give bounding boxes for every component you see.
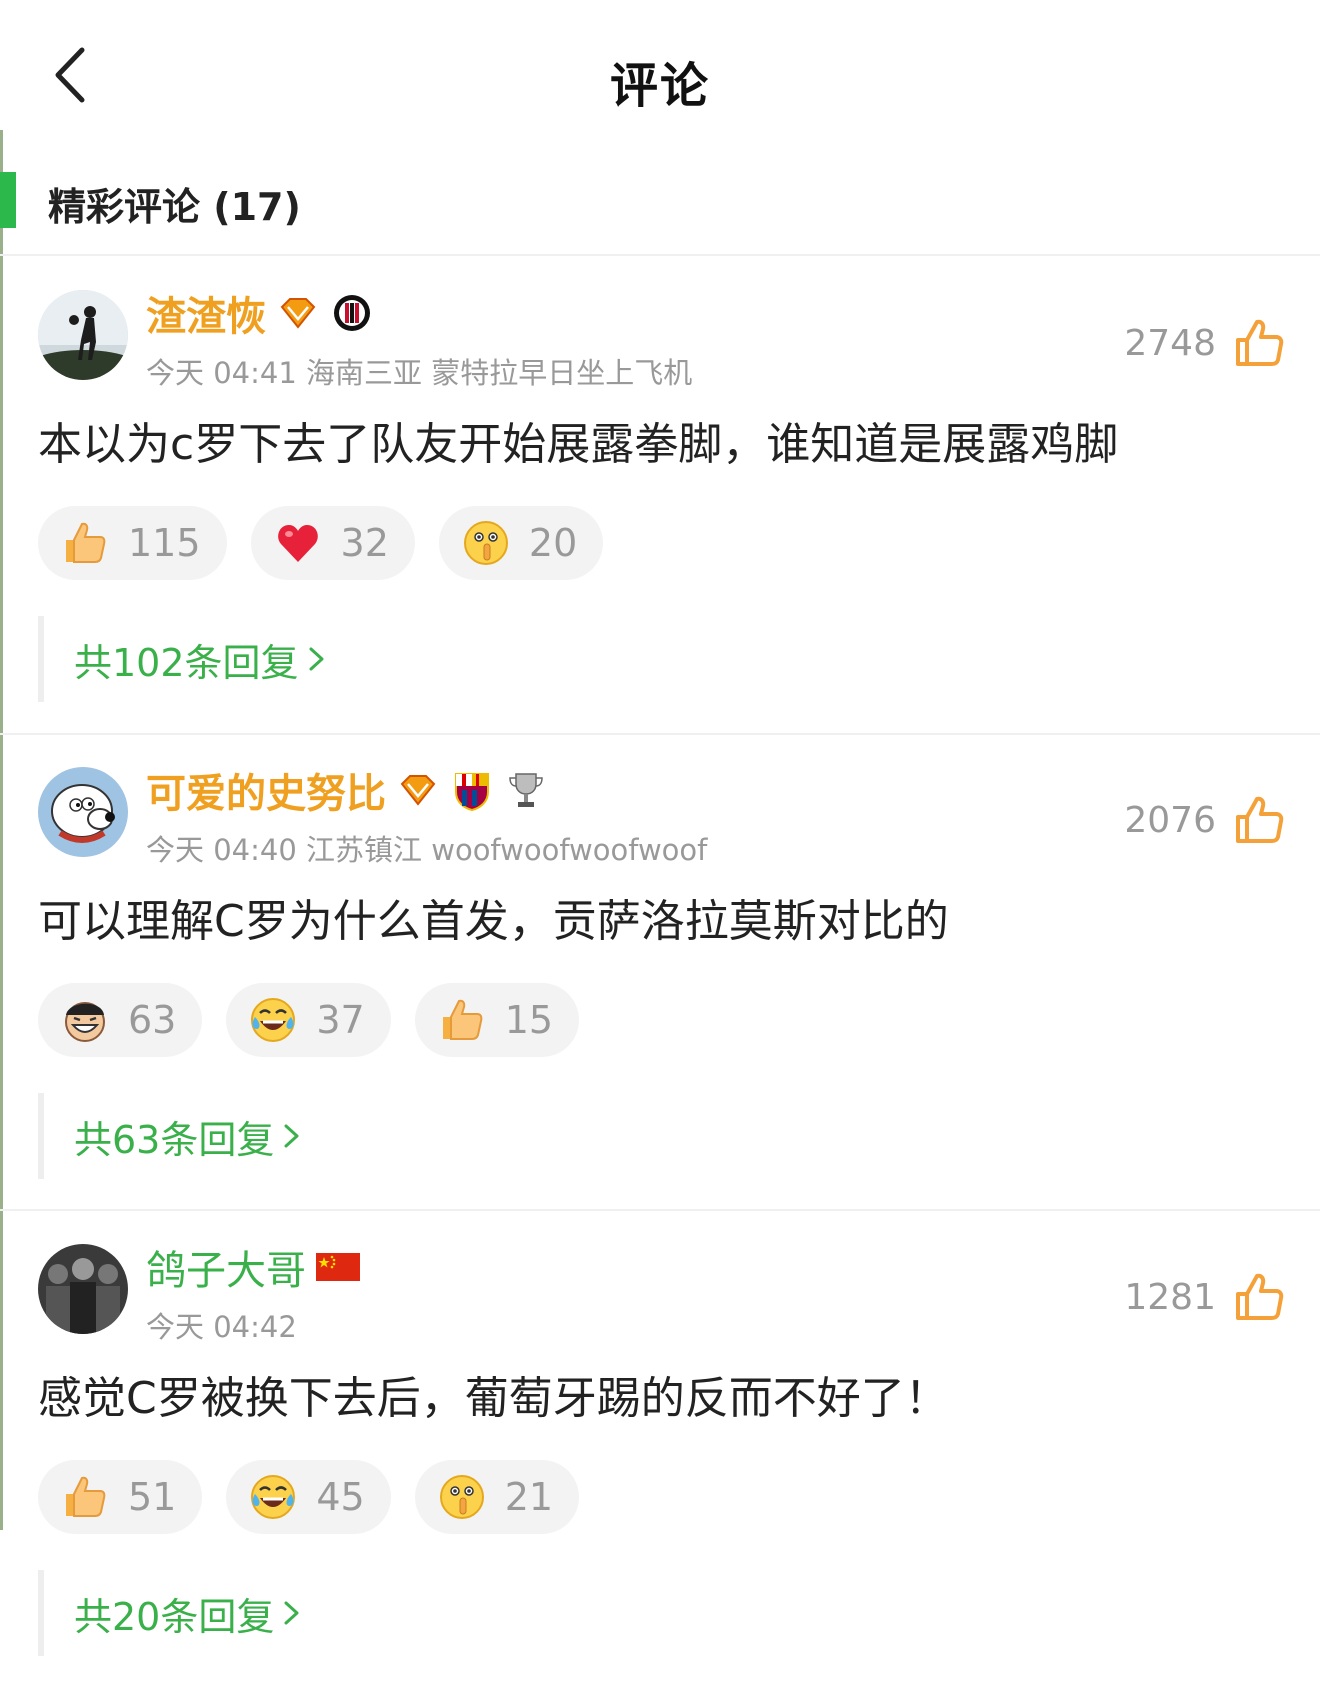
comment-meta: 今天 04:40 江苏镇江 woofwoofwoofwoof [146, 833, 708, 867]
reaction-chip[interactable]: 20 [438, 506, 604, 580]
shush-emoji-icon [437, 1472, 487, 1522]
reaction-chip[interactable]: 32 [250, 506, 415, 580]
username[interactable]: 鸽子大哥 [146, 1238, 306, 1296]
reaction-count: 45 [316, 1475, 365, 1519]
avatar[interactable] [38, 1244, 128, 1334]
reactions: 51 45 21 [38, 1460, 580, 1534]
username[interactable]: 渣渣恢 [146, 284, 266, 342]
like-count: 2748 [1124, 322, 1216, 364]
vip-diamond-icon [396, 768, 440, 812]
reaction-count: 37 [316, 998, 365, 1042]
section-title: 精彩评论 (17) [48, 185, 301, 229]
divider [0, 254, 1320, 256]
username[interactable]: 可爱的史努比 [146, 761, 386, 819]
nick-row: 渣渣恢 [146, 288, 374, 340]
china-flag-icon [316, 1245, 360, 1289]
thumbs-up-icon [1232, 1270, 1286, 1324]
comment-text: 可以理解C罗为什么首发，贡萨洛拉莫斯对比的 [38, 896, 949, 947]
reaction-chip[interactable]: 63 [38, 983, 203, 1057]
thumbs-up-icon [1232, 316, 1286, 370]
vip-diamond-icon [276, 291, 320, 335]
view-replies-link[interactable]: 共63条回复 [74, 1109, 304, 1164]
like-button[interactable]: 2076 [1124, 793, 1286, 847]
replies-label: 共20条回复 [74, 1594, 275, 1639]
reaction-chip[interactable]: 15 [414, 983, 580, 1057]
tears-of-joy-emoji-icon [248, 1472, 298, 1522]
thumbs-up-icon [1232, 793, 1286, 847]
nick-row: 可爱的史努比 [146, 765, 548, 817]
replies-label: 共63条回复 [74, 1117, 275, 1162]
tears-of-joy-emoji-icon [248, 995, 298, 1045]
comment-item: 可爱的史努比 今天 04:40 江苏镇江 woofwoofwoofwoof 20… [0, 735, 1320, 1210]
chevron-right-icon [284, 1601, 299, 1625]
reaction-count: 32 [340, 521, 389, 565]
comment-text: 感觉C罗被换下去后，葡萄牙踢的反而不好了！ [38, 1373, 949, 1424]
page-title: 评论 [609, 58, 710, 114]
like-count: 1281 [1124, 1276, 1216, 1318]
replies-block: 共20条回复 [38, 1570, 304, 1656]
comment-meta: 今天 04:42 [146, 1310, 297, 1344]
replies-label: 共102条回复 [74, 640, 299, 685]
reaction-count: 15 [504, 998, 554, 1042]
chevron-right-icon [309, 647, 324, 671]
reaction-chip[interactable]: 115 [38, 506, 227, 580]
barcelona-badge-icon [450, 768, 494, 812]
nick-row: 鸽子大哥 [146, 1242, 360, 1294]
thumbs-up-emoji-icon [60, 1472, 110, 1522]
reaction-chip[interactable]: 37 [226, 983, 391, 1057]
shush-emoji-icon [461, 518, 511, 568]
like-count: 2076 [1124, 799, 1216, 841]
reaction-chip[interactable]: 21 [414, 1460, 580, 1534]
laughing-man-emoji-icon [60, 995, 110, 1045]
comment-item: 鸽子大哥 今天 04:42 1281 感觉C罗被换下去后，葡萄牙踢的反而不好了！… [0, 1212, 1320, 1687]
view-replies-link[interactable]: 共102条回复 [74, 632, 329, 687]
reaction-chip[interactable]: 45 [226, 1460, 391, 1534]
section-accent-bar [0, 172, 16, 228]
comment-text: 本以为c罗下去了队友开始展露拳脚，谁知道是展露鸡脚 [38, 419, 1119, 470]
reaction-count: 20 [528, 521, 578, 565]
thumbs-up-emoji-icon [437, 995, 487, 1045]
reactions: 63 37 15 [38, 983, 580, 1057]
ac-milan-badge-icon [330, 291, 374, 335]
reaction-count: 21 [504, 1475, 554, 1519]
avatar[interactable] [38, 290, 128, 380]
reactions: 115 32 20 [38, 506, 604, 580]
reaction-count: 63 [128, 998, 177, 1042]
trophy-icon [504, 768, 548, 812]
like-button[interactable]: 2748 [1124, 316, 1286, 370]
replies-block: 共102条回复 [38, 616, 329, 702]
like-button[interactable]: 1281 [1124, 1270, 1286, 1324]
red-heart-emoji-icon [273, 518, 323, 568]
top-bar: 评论 [0, 0, 1320, 150]
divider [0, 1209, 1320, 1211]
reaction-count: 51 [128, 1475, 177, 1519]
avatar[interactable] [38, 767, 128, 857]
chevron-right-icon [284, 1124, 299, 1148]
replies-block: 共63条回复 [38, 1093, 304, 1179]
view-replies-link[interactable]: 共20条回复 [74, 1586, 304, 1641]
comment-meta: 今天 04:41 海南三亚 蒙特拉早日坐上飞机 [146, 356, 693, 390]
reaction-chip[interactable]: 51 [38, 1460, 203, 1534]
reaction-count: 115 [128, 521, 201, 565]
thumbs-up-emoji-icon [60, 518, 110, 568]
section-header: 精彩评论 (17) [0, 168, 1320, 232]
comment-item: 渣渣恢 今天 04:41 海南三亚 蒙特拉早日坐上飞机 2748 本以为c罗下去… [0, 258, 1320, 733]
